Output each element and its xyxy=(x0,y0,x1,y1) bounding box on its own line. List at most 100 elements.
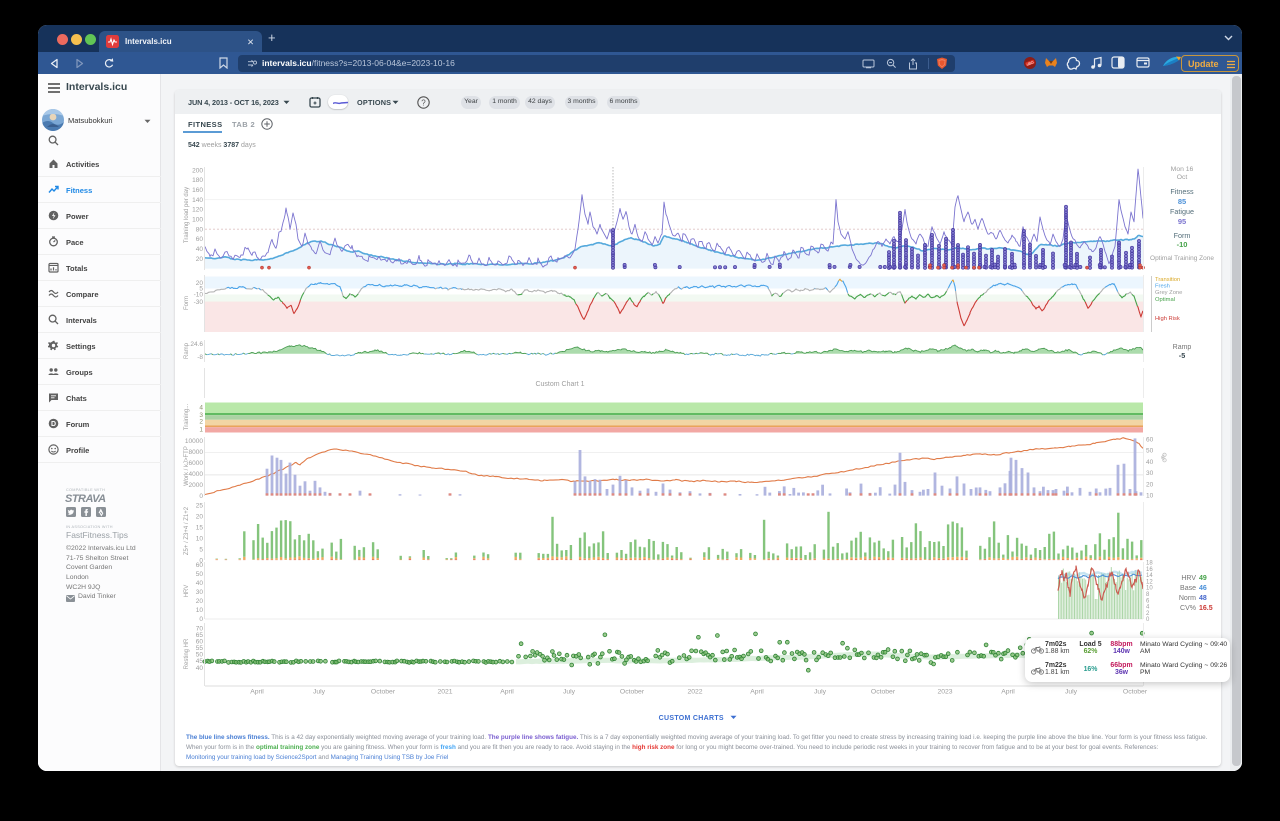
svg-text:April: April xyxy=(1001,689,1015,696)
svg-text:20: 20 xyxy=(196,256,204,263)
svg-text:2000: 2000 xyxy=(189,482,204,489)
svg-text:20: 20 xyxy=(196,598,204,605)
svg-text:10: 10 xyxy=(1146,586,1153,592)
svg-text:10000: 10000 xyxy=(185,438,203,445)
svg-text:40: 40 xyxy=(196,580,204,587)
svg-text:Form: Form xyxy=(1174,231,1191,240)
svg-text:0: 0 xyxy=(199,616,203,623)
svg-text:200: 200 xyxy=(192,167,203,174)
svg-text:8: 8 xyxy=(1146,592,1150,598)
svg-text:30: 30 xyxy=(1146,470,1154,477)
svg-text:16: 16 xyxy=(1146,567,1153,573)
svg-text:April: April xyxy=(750,689,764,696)
svg-text:Custom Chart 1: Custom Chart 1 xyxy=(535,381,584,388)
svg-text:July: July xyxy=(814,689,827,696)
svg-text:85: 85 xyxy=(1178,197,1186,206)
svg-text:CV%: CV% xyxy=(1180,605,1196,612)
svg-text:50: 50 xyxy=(196,571,204,578)
svg-text:95: 95 xyxy=(1178,217,1186,226)
svg-text:1: 1 xyxy=(199,427,203,434)
svg-text:Grey Zone: Grey Zone xyxy=(1155,290,1182,296)
svg-text:2023: 2023 xyxy=(937,689,952,696)
svg-text:49: 49 xyxy=(1199,575,1207,582)
svg-text:Ramp: Ramp xyxy=(1173,344,1192,351)
svg-text:Ramp: Ramp xyxy=(184,342,190,359)
svg-text:Optimal: Optimal xyxy=(1155,297,1175,303)
svg-text:5: 5 xyxy=(199,546,203,553)
svg-text:48: 48 xyxy=(1199,595,1207,602)
svg-text:50: 50 xyxy=(1146,448,1154,455)
svg-text:60: 60 xyxy=(1146,437,1154,444)
svg-text:October: October xyxy=(871,689,896,696)
svg-text:July: July xyxy=(1065,689,1078,696)
svg-text:0: 0 xyxy=(1146,617,1150,623)
svg-text:Training...: Training... xyxy=(184,403,190,430)
svg-text:46: 46 xyxy=(1199,585,1207,592)
svg-text:October: October xyxy=(371,689,396,696)
svg-text:-10: -10 xyxy=(1177,240,1188,249)
svg-text:160: 160 xyxy=(192,187,203,194)
svg-text:Z5+ / Z3+4 / Z1+2: Z5+ / Z3+4 / Z1+2 xyxy=(184,506,190,555)
svg-text:180: 180 xyxy=(192,177,203,184)
svg-text:Fresh: Fresh xyxy=(1155,284,1170,290)
svg-text:High Risk: High Risk xyxy=(1155,316,1180,322)
svg-text:10: 10 xyxy=(196,535,204,542)
svg-text:-30: -30 xyxy=(194,299,204,306)
svg-text:18: 18 xyxy=(1146,561,1153,567)
svg-text:40: 40 xyxy=(196,246,204,253)
svg-text:2021: 2021 xyxy=(437,689,452,696)
svg-text:40: 40 xyxy=(196,665,204,672)
svg-text:20: 20 xyxy=(1146,481,1154,488)
svg-text:8000: 8000 xyxy=(189,449,204,456)
svg-text:40: 40 xyxy=(1146,459,1154,466)
svg-text:HRV: HRV xyxy=(1181,575,1196,582)
svg-text:July: July xyxy=(313,689,326,696)
svg-text:Work / kJ>FTP: Work / kJ>FTP xyxy=(184,446,190,486)
svg-text:2: 2 xyxy=(1146,611,1150,617)
svg-text:14: 14 xyxy=(1146,573,1153,579)
svg-text:Base: Base xyxy=(1180,585,1196,592)
svg-text:Fatigue: Fatigue xyxy=(1170,207,1194,216)
svg-text:140: 140 xyxy=(192,197,203,204)
svg-text:10: 10 xyxy=(196,607,204,614)
svg-text:Optimal Training Zone: Optimal Training Zone xyxy=(1150,255,1214,262)
svg-text:July: July xyxy=(563,689,576,696)
svg-text:80: 80 xyxy=(196,226,204,233)
svg-text:20: 20 xyxy=(196,513,204,520)
svg-text:Fitness: Fitness xyxy=(1170,187,1194,196)
svg-text:6: 6 xyxy=(1146,598,1150,604)
svg-text:4: 4 xyxy=(1146,605,1150,611)
svg-text:-5: -5 xyxy=(1179,351,1185,360)
svg-text:4000: 4000 xyxy=(189,471,204,478)
svg-text:Oct: Oct xyxy=(1177,174,1188,181)
svg-text:Training load per day: Training load per day xyxy=(184,187,190,243)
svg-text:10: 10 xyxy=(1146,493,1154,500)
svg-text:24.6: 24.6 xyxy=(190,341,203,348)
svg-text:HRV: HRV xyxy=(184,585,190,598)
svg-text:60: 60 xyxy=(196,236,204,243)
svg-text:6000: 6000 xyxy=(189,460,204,467)
svg-text:4: 4 xyxy=(199,405,203,412)
svg-text:12: 12 xyxy=(1146,579,1153,585)
svg-text:Norm: Norm xyxy=(1179,595,1196,602)
svg-text:April: April xyxy=(500,689,514,696)
svg-text:October: October xyxy=(1123,689,1148,696)
svg-text:30: 30 xyxy=(196,589,204,596)
svg-text:Form: Form xyxy=(184,296,190,310)
svg-text:100: 100 xyxy=(192,217,203,224)
svg-text:April: April xyxy=(250,689,264,696)
svg-text:-10: -10 xyxy=(194,291,204,298)
svg-text:120: 120 xyxy=(192,207,203,214)
svg-text:2022: 2022 xyxy=(687,689,702,696)
svg-text:Resting HR: Resting HR xyxy=(184,638,190,669)
svg-text:25: 25 xyxy=(196,502,204,509)
svg-text:-8: -8 xyxy=(197,354,203,361)
svg-text:October: October xyxy=(620,689,645,696)
svg-text:2: 2 xyxy=(199,419,203,426)
svg-text:Mon 16: Mon 16 xyxy=(1171,166,1194,173)
svg-text:16.5: 16.5 xyxy=(1199,605,1213,612)
svg-text:0: 0 xyxy=(199,493,203,500)
svg-text:60: 60 xyxy=(196,562,204,569)
svg-text:15: 15 xyxy=(196,524,204,531)
svg-text:Transition: Transition xyxy=(1155,277,1180,283)
